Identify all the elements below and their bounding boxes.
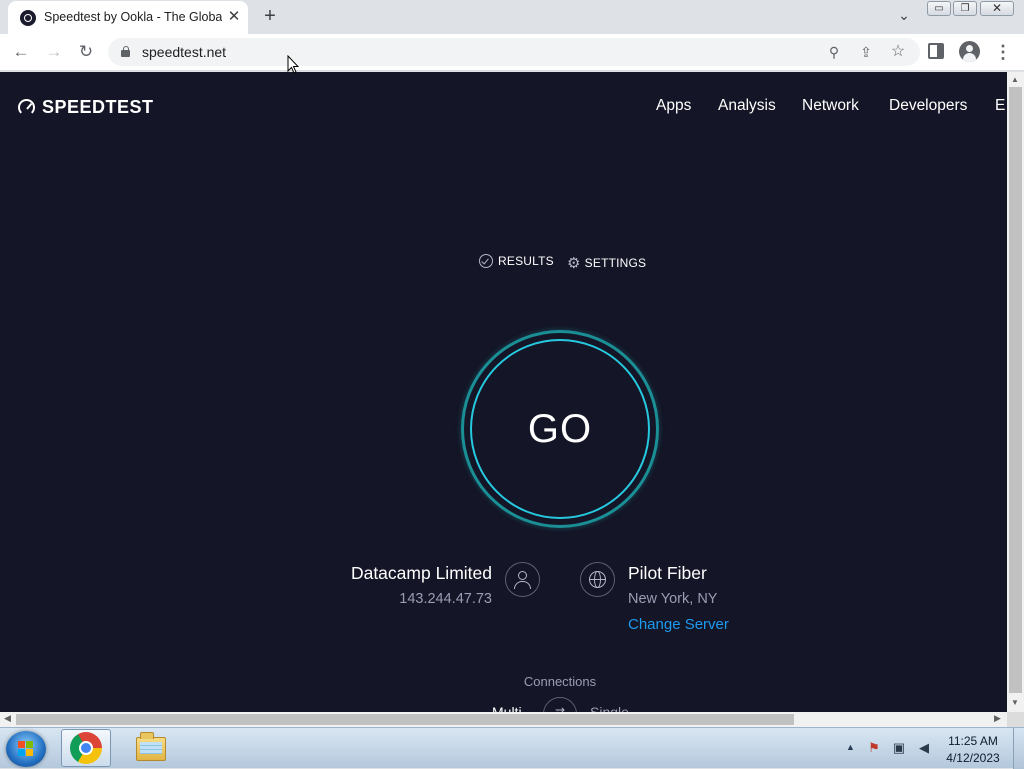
speedtest-favicon-icon [20,10,36,26]
connections-label: Connections [523,674,597,689]
windows-logo-icon [18,741,34,757]
window-minimize-button[interactable]: ▭ [927,1,951,16]
scrollbar-corner [1007,712,1024,727]
page-viewport: SPEEDTEST Apps Analysis Network Develope… [0,72,1007,712]
window-restore-button[interactable]: ❐ [953,1,977,16]
clock-time[interactable]: 11:25 AM [941,734,1005,748]
nav-link-apps[interactable]: Apps [656,97,691,115]
profile-avatar-icon[interactable] [959,41,980,62]
connections-single-option[interactable]: Single [590,704,629,712]
change-server-link[interactable]: Change Server [628,616,729,633]
folder-icon [136,732,166,761]
tab-strip: Speedtest by Ookla - The Global Broadban… [0,0,1024,34]
search-zoom-icon[interactable]: ⚲ [824,42,844,62]
gear-icon: ⚙ [567,255,581,272]
browser-toolbar: ← → ↻ speedtest.net ⚲ ⇪ ☆ ⋮ [0,34,1024,71]
tab-close-icon[interactable]: ✕ [224,7,244,27]
taskbar-explorer-button[interactable] [126,731,176,765]
horizontal-scrollbar[interactable]: ◀ ▶ [0,712,1024,727]
window-close-button[interactable]: ✕ [980,1,1014,16]
scroll-down-arrow-icon[interactable]: ▼ [1011,698,1019,707]
nav-link-truncated[interactable]: E [995,97,1005,115]
settings-label: SETTINGS [584,256,647,270]
nav-link-network[interactable]: Network [802,97,859,115]
new-tab-button[interactable]: + [259,5,281,27]
back-arrow-icon[interactable]: ← [9,40,33,64]
taskbar-chrome-button[interactable] [61,729,111,767]
vertical-scroll-thumb[interactable] [1009,87,1022,693]
reload-icon[interactable]: ↻ [74,40,98,64]
clock-date[interactable]: 4/12/2023 [941,751,1005,765]
results-link[interactable]: RESULTS [479,254,554,272]
address-bar[interactable]: speedtest.net ⚲ ⇪ ☆ [108,38,920,66]
action-center-flag-icon[interactable]: ⚑ [866,740,882,756]
horizontal-scroll-thumb[interactable] [16,714,794,725]
vertical-scrollbar[interactable]: ▲ ▼ [1007,72,1024,712]
forward-arrow-icon[interactable]: → [42,40,66,64]
user-icon [505,562,540,597]
browser-tab[interactable]: Speedtest by Ookla - The Global Broadban… [8,1,248,34]
tab-search-chevron-icon[interactable]: ⌄ [893,7,915,27]
settings-link[interactable]: ⚙ SETTINGS [567,254,646,272]
isp-name: Datacamp Limited [350,563,492,583]
isp-ip-address: 143.244.47.73 [399,591,492,607]
side-panel-icon[interactable] [928,43,944,59]
results-label: RESULTS [498,254,554,268]
scroll-right-arrow-icon[interactable]: ▶ [994,713,1001,724]
speedometer-icon [18,99,35,116]
logo-text: SPEEDTEST [42,97,154,117]
connections-toggle-icon[interactable]: ⇄ [543,697,577,712]
url-text[interactable]: speedtest.net [142,44,226,60]
lock-icon[interactable] [121,46,130,57]
go-button[interactable]: GO [470,339,650,519]
server-name: Pilot Fiber [628,563,707,583]
volume-muted-icon[interactable]: ◀ [916,740,932,756]
tab-title: Speedtest by Ookla - The Global Broadban… [44,10,222,24]
mouse-cursor-icon [287,55,299,74]
browser-menu-icon[interactable]: ⋮ [994,41,1012,63]
show-desktop-button[interactable] [1013,728,1024,769]
nav-link-analysis[interactable]: Analysis [718,97,776,115]
scroll-up-arrow-icon[interactable]: ▲ [1011,75,1019,84]
bookmark-star-icon[interactable]: ☆ [888,42,908,62]
chrome-icon [70,732,102,764]
check-circle-icon [479,254,493,268]
share-icon[interactable]: ⇪ [856,42,876,62]
network-icon[interactable]: ▣ [891,740,907,756]
show-hidden-icons-arrow-icon[interactable]: ▲ [846,742,855,752]
scroll-left-arrow-icon[interactable]: ◀ [4,713,11,724]
start-button[interactable] [6,731,46,767]
server-location: New York, NY [628,591,718,607]
connections-multi-option[interactable]: Multi [492,704,522,712]
nav-link-developers[interactable]: Developers [889,97,967,115]
globe-icon [580,562,615,597]
windows-taskbar: ▲ ⚑ ▣ ◀ 11:25 AM 4/12/2023 [0,727,1024,769]
